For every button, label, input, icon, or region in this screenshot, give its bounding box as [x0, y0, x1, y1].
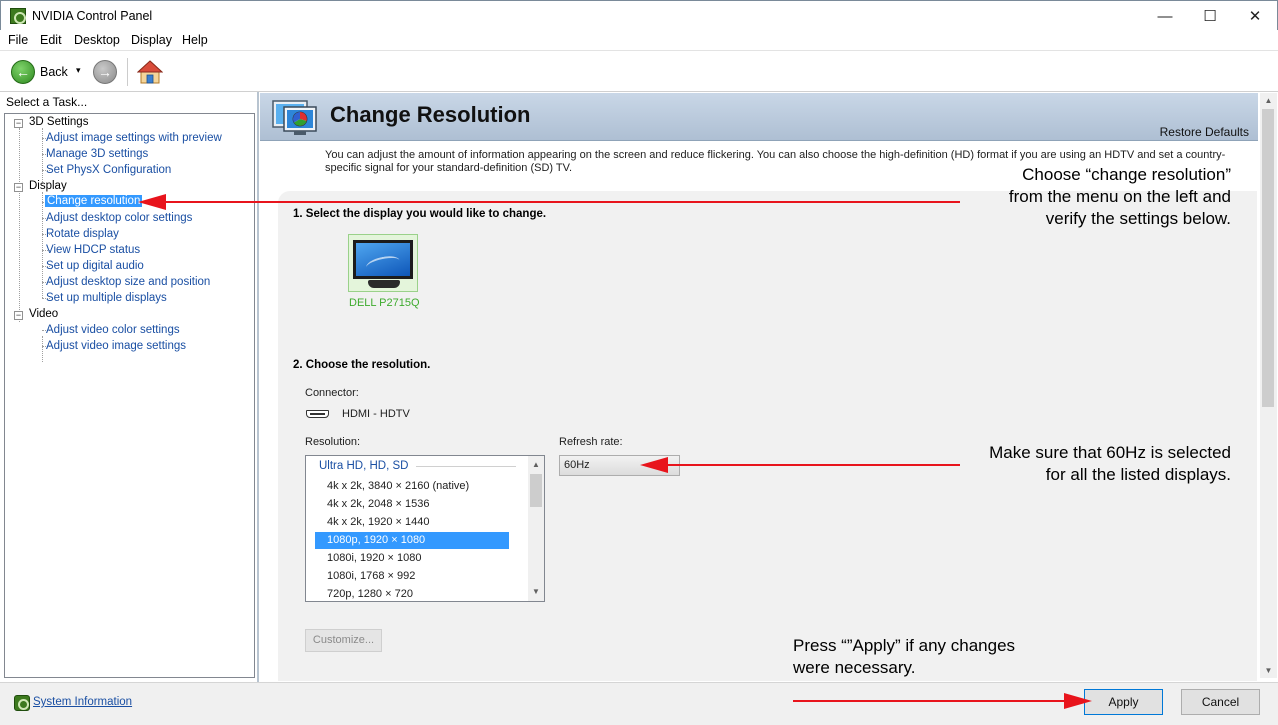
tree-item-video-image[interactable]: Adjust video image settings	[46, 340, 186, 352]
maximize-button[interactable]: ☐	[1187, 1, 1233, 31]
resolution-list[interactable]: Ultra HD, HD, SD 4k x 2k, 3840 × 2160 (n…	[305, 455, 545, 602]
cancel-button[interactable]: Cancel	[1181, 689, 1260, 715]
display-name-label: DELL P2715Q	[349, 297, 420, 309]
customize-button[interactable]: Customize...	[305, 629, 382, 652]
resolution-option[interactable]: 4k x 2k, 2048 × 1536	[315, 496, 509, 513]
settings-panel: 1. Select the display you would like to …	[278, 191, 1257, 681]
change-resolution-icon	[272, 100, 317, 135]
scroll-down-icon[interactable]: ▼	[1260, 663, 1277, 678]
tree-item-rotate-display[interactable]: Rotate display	[46, 228, 119, 240]
tree-item-change-resolution[interactable]: Change resolution	[45, 195, 143, 207]
collapse-video-icon[interactable]: −	[14, 311, 23, 320]
task-pane: Select a Task... − 3D Settings Adjust im…	[0, 92, 257, 682]
scroll-up-icon[interactable]: ▲	[1260, 93, 1277, 108]
monitor-icon	[353, 240, 413, 279]
tree-category-3d-settings[interactable]: 3D Settings	[29, 116, 88, 128]
system-information-link[interactable]: System Information	[33, 696, 132, 708]
apply-button[interactable]: Apply	[1084, 689, 1163, 715]
resolution-option[interactable]: 1080i, 1768 × 992	[315, 568, 509, 585]
nvidia-app-icon	[10, 8, 26, 24]
step-2-heading: 2. Choose the resolution.	[293, 359, 431, 371]
tree-item-multiple-displays[interactable]: Set up multiple displays	[46, 292, 167, 304]
menu-edit[interactable]: Edit	[40, 33, 62, 47]
hdmi-connector-icon	[306, 410, 329, 418]
resolution-group-header: Ultra HD, HD, SD	[319, 460, 409, 472]
tree-connector	[42, 336, 43, 362]
refresh-rate-dropdown[interactable]: 60Hz	[559, 455, 680, 476]
annotation-change-resolution: Choose “change resolution” from the menu…	[900, 164, 1231, 230]
annotation-line: Choose “change resolution”	[1022, 165, 1231, 184]
list-scroll-thumb[interactable]	[530, 474, 542, 507]
close-button[interactable]: ✕	[1232, 1, 1278, 31]
minimize-button[interactable]: —	[1142, 1, 1188, 31]
annotation-line: were necessary.	[793, 658, 916, 677]
connector-value: HDMI - HDTV	[342, 408, 410, 420]
back-history-dropdown-icon[interactable]: ▾	[76, 65, 81, 76]
step-1-heading: 1. Select the display you would like to …	[293, 208, 547, 220]
menu-file[interactable]: File	[8, 33, 28, 47]
menu-bar: File Edit Desktop Display Help	[0, 30, 1278, 51]
select-task-heading: Select a Task...	[6, 95, 88, 109]
footer-bar: System Information Apply Cancel	[0, 682, 1278, 725]
back-button[interactable]: Back	[40, 65, 68, 79]
display-tile-dell[interactable]	[348, 234, 418, 292]
resolution-option[interactable]: 1080i, 1920 × 1080	[315, 550, 509, 567]
tree-category-video[interactable]: Video	[29, 308, 58, 320]
annotation-line: from the menu on the left and	[1008, 187, 1231, 206]
tree-connector	[19, 128, 20, 322]
annotation-apply: Press “”Apply” if any changes were neces…	[793, 635, 1093, 679]
tree-item-digital-audio[interactable]: Set up digital audio	[46, 260, 144, 272]
collapse-3d-settings-icon[interactable]: −	[14, 119, 23, 128]
tree-connector	[42, 128, 43, 184]
resolution-list-scrollbar[interactable]: ▲ ▼	[528, 456, 544, 601]
menu-help[interactable]: Help	[182, 33, 208, 47]
annotation-line: Make sure that 60Hz is selected	[989, 443, 1231, 462]
toolbar-separator	[127, 58, 128, 86]
annotation-refresh-rate: Make sure that 60Hz is selected for all …	[900, 442, 1231, 486]
content-scroll-thumb[interactable]	[1262, 109, 1274, 407]
tree-item-hdcp-status[interactable]: View HDCP status	[46, 244, 140, 256]
resolution-option[interactable]: 4k x 2k, 1920 × 1440	[315, 514, 509, 531]
menu-desktop[interactable]: Desktop	[74, 33, 120, 47]
tree-item-adjust-image-settings[interactable]: Adjust image settings with preview	[46, 132, 222, 144]
system-info-icon	[14, 695, 30, 711]
collapse-display-icon[interactable]: −	[14, 183, 23, 192]
annotation-line: for all the listed displays.	[1045, 465, 1231, 484]
restore-defaults-link[interactable]: Restore Defaults	[1160, 125, 1249, 139]
group-divider	[416, 466, 516, 467]
back-arrow-icon[interactable]: ←	[11, 60, 35, 84]
page-banner: Change Resolution Restore Defaults	[260, 93, 1258, 141]
tree-category-display[interactable]: Display	[29, 180, 67, 192]
tree-item-manage-3d-settings[interactable]: Manage 3D settings	[46, 148, 148, 160]
resolution-option[interactable]: 4k x 2k, 3840 × 2160 (native)	[315, 478, 509, 495]
content-scrollbar[interactable]: ▲ ▼	[1260, 93, 1277, 678]
title-bar: NVIDIA Control Panel — ☐ ✕	[0, 0, 1278, 30]
connector-label: Connector:	[305, 387, 359, 399]
menu-display[interactable]: Display	[131, 33, 172, 47]
resolution-label: Resolution:	[305, 436, 361, 448]
list-scroll-up-icon[interactable]: ▲	[528, 457, 544, 472]
tree-item-desktop-size-position[interactable]: Adjust desktop size and position	[46, 276, 210, 288]
tree-item-video-color[interactable]: Adjust video color settings	[46, 324, 180, 336]
forward-arrow-icon[interactable]: →	[93, 60, 117, 84]
page-title: Change Resolution	[330, 102, 531, 127]
toolbar: ← Back ▾ →	[0, 52, 1278, 92]
home-icon[interactable]	[137, 59, 163, 85]
resolution-option-selected[interactable]: 1080p, 1920 × 1080	[315, 532, 509, 549]
list-scroll-down-icon[interactable]: ▼	[528, 584, 544, 599]
tree-item-physx-configuration[interactable]: Set PhysX Configuration	[46, 164, 171, 176]
tree-item-desktop-color[interactable]: Adjust desktop color settings	[46, 212, 192, 224]
resolution-option[interactable]: 720p, 1280 × 720	[315, 586, 509, 601]
window-title: NVIDIA Control Panel	[32, 9, 153, 23]
task-tree: − 3D Settings Adjust image settings with…	[4, 113, 255, 678]
annotation-line: Press “”Apply” if any changes	[793, 636, 1016, 655]
refresh-rate-label: Refresh rate:	[559, 436, 623, 448]
annotation-line: verify the settings below.	[1045, 209, 1231, 228]
monitor-stand	[368, 280, 400, 288]
